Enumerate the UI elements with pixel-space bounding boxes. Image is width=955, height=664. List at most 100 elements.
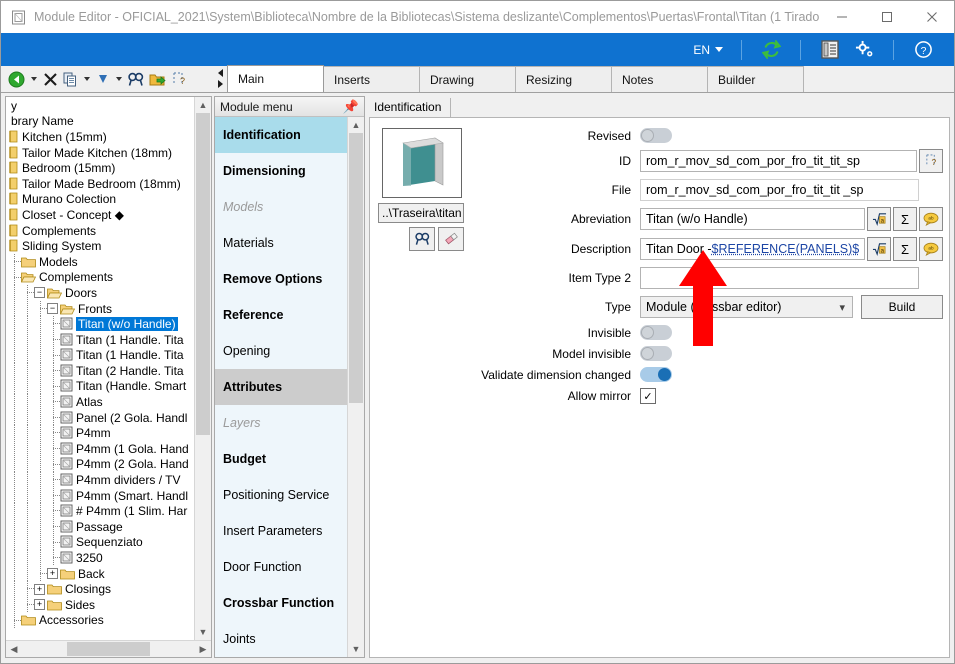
abreviation-input[interactable]: Titan (w/o Handle) [640,208,865,230]
scroll-right-icon[interactable]: ▶ [195,641,211,657]
module-menu-item[interactable]: Joints [215,621,347,657]
tree-item[interactable]: Panel (2 Gola. Handl [6,409,194,426]
comment-balloon-icon[interactable]: ab [919,237,943,261]
tree-expander-plus[interactable]: + [34,583,45,595]
tree-item[interactable]: Models [6,253,194,270]
binoculars-icon[interactable] [409,227,435,251]
copy-dropdown-icon[interactable] [84,77,90,81]
scroll-down-icon[interactable]: ▼ [195,624,211,640]
move-down-icon[interactable] [94,68,112,90]
tree-item[interactable]: P4mm (Smart. Handl [6,487,194,504]
description-input[interactable]: Titan Door - $REFERENCE(PANELS)$ [640,238,865,260]
tree-item[interactable]: Titan (1 Handle. Tita [6,347,194,364]
revised-toggle[interactable] [640,128,672,143]
tab-inserts[interactable]: Inserts [323,66,420,92]
help-icon[interactable]: ? [911,38,935,62]
sqrt-formula-icon[interactable]: a [867,207,891,231]
tree-item[interactable]: − Doors [6,285,194,301]
report-icon[interactable] [818,38,842,62]
eraser-icon[interactable] [438,227,464,251]
tree-item[interactable]: P4mm (2 Gola. Hand [6,456,194,473]
refresh-icon[interactable] [759,38,783,62]
description-reference-token[interactable]: $REFERENCE(PANELS)$ [712,242,860,256]
module-menu-item[interactable]: Dimensioning [215,153,347,189]
tree-item[interactable]: Murano Colection [6,192,194,208]
back-icon[interactable] [6,68,27,90]
model-invisible-toggle[interactable] [640,346,672,361]
vscroll-thumb[interactable] [196,113,210,435]
module-menu-item[interactable]: Opening [215,333,347,369]
minimize-button[interactable] [819,1,864,33]
tree-item[interactable]: P4mm [6,425,194,442]
tab-main[interactable]: Main [227,65,324,92]
tree-expander-plus[interactable]: + [34,599,45,611]
back-dropdown-icon[interactable] [31,77,37,81]
structure-icon[interactable]: ? [919,149,943,173]
tree-horizontal-scrollbar[interactable]: ◀ ▶ [6,640,211,657]
tree-item[interactable]: Complements [6,223,194,239]
tree-item[interactable]: Titan (Handle. Smart [6,378,194,395]
hscroll-thumb[interactable] [67,642,150,656]
tree-item[interactable]: y [6,98,194,114]
module-menu-item[interactable]: Materials [215,225,347,261]
module-menu-item[interactable]: Attributes [215,369,347,405]
invisible-toggle[interactable] [640,325,672,340]
module-menu-item[interactable]: Crossbar Function [215,585,347,621]
sigma-icon[interactable]: Σ [893,207,917,231]
tree-item[interactable]: Sequenziato [6,534,194,551]
texture-path-button[interactable]: ..\Traseira\titan [378,203,464,223]
tree-item[interactable]: brary Name [6,114,194,130]
tree-item[interactable]: Titan (w/o Handle) [6,316,194,332]
tree-expander-minus[interactable]: − [34,287,45,299]
pin-icon[interactable]: 📌 [343,100,359,113]
library-tree[interactable]: y brary Name Kitchen (15mm) Tailor Made Kit… [6,97,194,640]
tree-item[interactable]: Accessories [6,612,194,629]
tab-resizing[interactable]: Resizing [515,66,612,92]
type-select[interactable]: Module (crossbar editor) ▾ [640,296,853,318]
item-type2-input[interactable] [640,267,919,289]
scroll-down-icon[interactable]: ▼ [348,641,364,657]
tree-item[interactable]: 3250 [6,550,194,566]
tree-item[interactable]: + Closings [6,581,194,597]
module-menu-list[interactable]: Identification Dimensioning Models Material… [215,117,347,657]
tab-identification[interactable]: Identification [369,98,452,117]
comment-balloon-icon[interactable]: ab [919,207,943,231]
allow-mirror-checkbox[interactable]: ✓ [640,388,656,404]
export-folder-icon[interactable] [147,68,168,90]
tree-item[interactable]: Passage [6,519,194,535]
tab-notes[interactable]: Notes [611,66,708,92]
tree-vertical-scrollbar[interactable]: ▲ ▼ [194,97,211,640]
vscroll-track[interactable] [195,113,211,624]
tree-item[interactable]: Titan (1 Handle. Tita [6,331,194,348]
maximize-button[interactable] [864,1,909,33]
menu-vertical-scrollbar[interactable]: ▲ ▼ [347,117,364,657]
module-menu-item[interactable]: Identification [215,117,347,153]
tree-item[interactable]: Sliding System [6,238,194,254]
module-menu-item[interactable]: Reference [215,297,347,333]
tree-item[interactable]: Tailor Made Kitchen (18mm) [6,145,194,161]
id-input[interactable]: rom_r_mov_sd_com_por_fro_tit_tit_sp [640,150,917,172]
tree-item[interactable]: # P4mm (1 Slim. Har [6,503,194,520]
tree-item[interactable]: + Back [6,565,194,582]
module-menu-item[interactable]: Models [215,189,347,225]
module-menu-item[interactable]: Budget [215,441,347,477]
sigma-icon[interactable]: Σ [893,237,917,261]
tree-item[interactable]: Complements [6,269,194,286]
file-input[interactable]: rom_r_mov_sd_com_por_fro_tit_tit _sp [640,179,919,201]
hscroll-track[interactable] [22,641,195,657]
scroll-up-icon[interactable]: ▲ [348,117,364,133]
scroll-up-icon[interactable]: ▲ [195,97,211,113]
delete-icon[interactable] [41,68,60,90]
validate-dimension-toggle[interactable] [640,367,672,382]
move-down-dropdown-icon[interactable] [116,77,122,81]
tree-item[interactable]: Kitchen (15mm) [6,129,194,145]
tree-item[interactable]: + Sides [6,597,194,613]
tree-expander-minus[interactable]: − [47,303,58,315]
build-button[interactable]: Build [861,295,943,319]
tree-item[interactable]: Closet - Concept ◆ [6,207,194,223]
language-selector[interactable]: EN [693,43,723,57]
copy-icon[interactable] [61,68,80,90]
vscroll-thumb[interactable] [349,133,363,403]
module-menu-item[interactable]: Remove Options [215,261,347,297]
tree-item[interactable]: Titan (2 Handle. Tita [6,363,194,379]
